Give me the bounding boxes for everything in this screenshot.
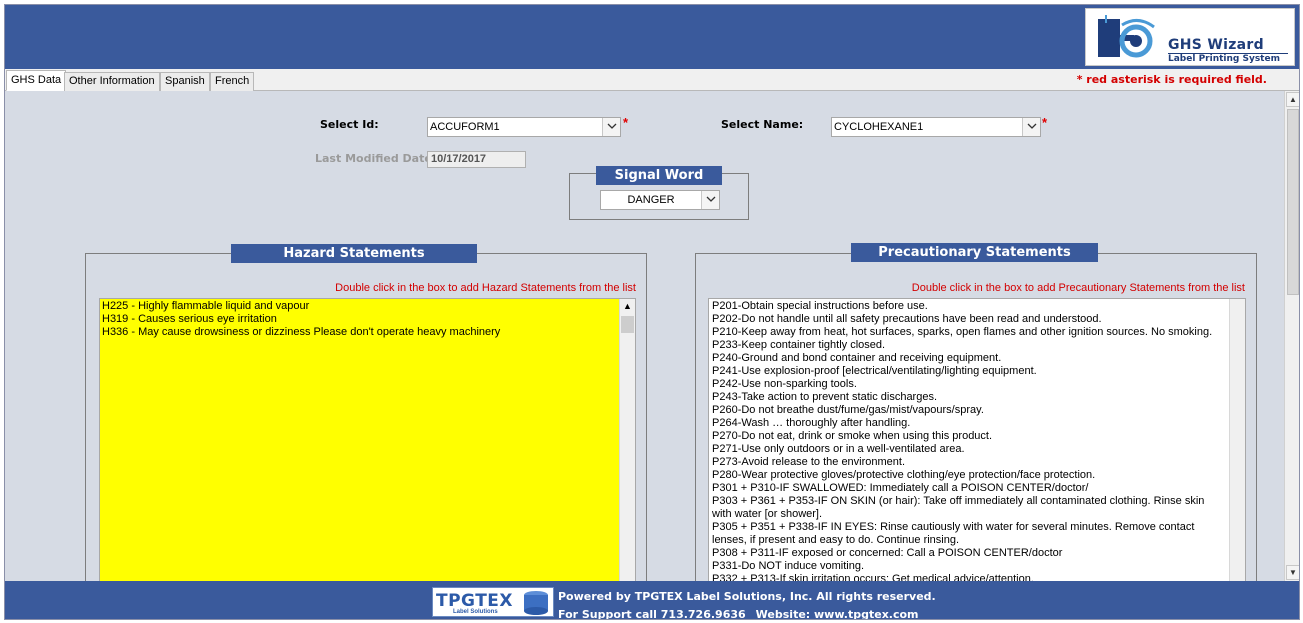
last-modified-label: Last Modified Date: [315,152,437,165]
select-name-label: Select Name: [721,118,804,131]
precaution-line: P210-Keep away from heat, hot surfaces, … [712,326,1213,338]
signal-word-dropdown-button[interactable] [701,191,719,209]
arrow-up-icon[interactable]: ▲ [1286,92,1299,107]
hazard-statements-hint: Double click in the box to add Hazard St… [335,282,636,294]
precaution-line: P264-Wash … thoroughly after handling. [712,417,911,429]
last-modified-date-field: 10/17/2017 [427,151,526,168]
hazard-scroll-thumb[interactable] [621,316,634,333]
arrow-down-icon[interactable]: ▼ [1286,565,1299,580]
precaution-line: P270-Do not eat, drink or smoke when usi… [712,430,993,442]
select-name-value: CYCLOHEXANE1 [834,121,924,133]
precaution-scrollbar[interactable] [1229,299,1245,587]
required-field-note: * red asterisk is required field. [1076,73,1267,86]
chevron-down-icon [607,123,617,129]
precaution-line: P243-Take action to prevent static disch… [712,391,938,403]
tpgtex-logo-word: TPGTEX [436,591,514,611]
support-line: For Support call 713.726.9636 Website: ww… [558,608,919,620]
precaution-line: P233-Keep container tightly closed. [712,339,886,351]
hazard-line: H319 - Causes serious eye irritation [102,313,277,325]
precaution-line: P273-Avoid release to the environment. [712,456,906,468]
logo-title: GHS Wizard [1168,37,1264,53]
select-id-label: Select Id: [320,118,379,131]
precaution-line: P280-Wear protective gloves/protective c… [712,469,1096,481]
label-roll-icon [524,591,548,615]
precautionary-statements-title: Precautionary Statements [851,243,1098,262]
chevron-down-icon [706,196,716,202]
website-link[interactable]: Website: www.tpgtex.com [756,608,919,619]
precaution-line: P305 + P351 + P338-IF IN EYES: Rinse cau… [712,521,1195,546]
arrow-up-icon[interactable]: ▲ [620,299,635,315]
ghs-globe-icon [1098,15,1155,58]
precaution-line: P331-Do NOT induce vomiting. [712,560,865,572]
ghs-wizard-logo: GHS Wizard Label Printing System [1085,8,1295,66]
precaution-line: P301 + P310-IF SWALLOWED: Immediately ca… [712,482,1089,494]
precaution-line: P271-Use only outdoors or in a well-vent… [712,443,965,455]
header-bar: GHS Wizard Label Printing System [5,5,1299,69]
precaution-line: P242-Use non-sparking tools. [712,378,857,390]
ghs-data-panel: Select Id: ACCUFORM1 * Select Name: CYCL… [5,91,1284,588]
signal-word-combo[interactable]: DANGER [600,190,720,210]
powered-by-text: Powered by TPGTEX Label Solutions, Inc. … [558,590,936,603]
precautionary-statements-textarea[interactable]: P201-Obtain special instructions before … [708,298,1246,588]
logo-subtitle: Label Printing System [1168,54,1280,64]
hazard-line: H336 - May cause drowsiness or dizziness… [102,326,501,338]
hazard-statements-textarea[interactable]: H225 - Highly flammable liquid and vapou… [99,298,636,588]
select-id-combo[interactable]: ACCUFORM1 [427,117,621,137]
page-scrollbar[interactable]: ▲ ▼ [1284,91,1299,581]
tpgtex-logo-sub: Label Solutions [453,609,498,615]
tab-french[interactable]: French [210,72,255,91]
support-phone-text: For Support call 713.726.9636 [558,608,746,620]
tpgtex-logo: TPGTEX Label Solutions [432,587,554,617]
select-id-dropdown-button[interactable] [602,118,620,136]
precaution-line: P240-Ground and bond container and recei… [712,352,1002,364]
page-scroll-thumb[interactable] [1287,109,1299,295]
hazard-statements-title: Hazard Statements [231,244,477,263]
select-id-required-marker: * [623,115,629,130]
hazard-line: H225 - Highly flammable liquid and vapou… [102,300,310,312]
precaution-line: P260-Do not breathe dust/fume/gas/mist/v… [712,404,984,416]
app-window: GHS Wizard Label Printing System GHS Dat… [4,4,1300,620]
hazard-scrollbar[interactable]: ▲ [619,299,635,587]
footer-bar: TPGTEX Label Solutions Powered by TPGTEX… [5,581,1299,620]
precaution-line: P308 + P311-IF exposed or concerned: Cal… [712,547,1063,559]
precaution-line: P202-Do not handle until all safety prec… [712,313,1102,325]
tab-ghs-data[interactable]: GHS Data [6,70,67,91]
select-name-dropdown-button[interactable] [1022,118,1040,136]
tab-other-information[interactable]: Other Information [64,72,160,91]
signal-word-value: DANGER [627,194,675,206]
precaution-line: P303 + P361 + P353-IF ON SKIN (or hair):… [712,495,1205,520]
precaution-line: P201-Obtain special instructions before … [712,300,928,312]
select-name-combo[interactable]: CYCLOHEXANE1 [831,117,1041,137]
chevron-down-icon [1027,123,1037,129]
select-id-value: ACCUFORM1 [430,121,500,133]
signal-word-title: Signal Word [596,166,722,185]
tab-spanish[interactable]: Spanish [160,72,210,91]
precaution-line: P241-Use explosion-proof [electrical/ven… [712,365,1037,377]
select-name-required-marker: * [1042,115,1048,130]
precautionary-statements-hint: Double click in the box to add Precautio… [911,282,1245,294]
